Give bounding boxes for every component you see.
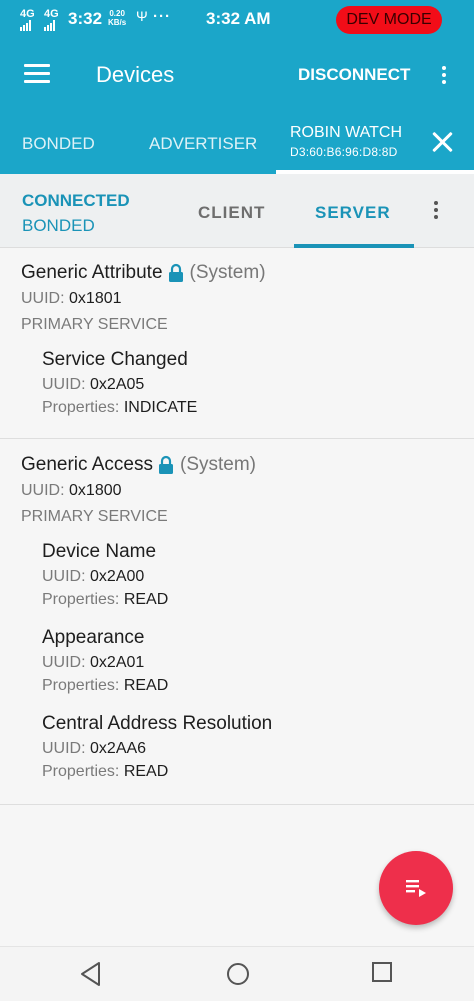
close-icon[interactable] bbox=[431, 130, 455, 154]
page-title: Devices bbox=[96, 62, 175, 87]
service-name-text: Generic Attribute bbox=[21, 262, 163, 283]
characteristic-name: Appearance bbox=[42, 627, 145, 648]
characteristic-properties: Properties: INDICATE bbox=[42, 399, 198, 416]
status-clock: 3:32 AM bbox=[206, 9, 271, 28]
characteristic-uuid: UUID: 0x2AA6 bbox=[42, 740, 147, 757]
menu-icon[interactable] bbox=[24, 64, 50, 84]
services-list: Generic Attribute (System) UUID: 0x1801 … bbox=[0, 248, 474, 805]
characteristic-appearance[interactable]: Appearance UUID: 0x2A01 Properties: READ bbox=[42, 627, 168, 695]
uuid-value: 0x1801 bbox=[69, 290, 122, 307]
service-uuid: UUID: 0x1800 bbox=[21, 482, 122, 500]
more-options-icon[interactable] bbox=[433, 201, 439, 223]
service-type: PRIMARY SERVICE bbox=[21, 508, 168, 525]
characteristic-service-changed[interactable]: Service Changed UUID: 0x2A05 Properties:… bbox=[42, 349, 197, 417]
characteristic-name: Device Name bbox=[42, 541, 157, 562]
tab-client[interactable]: CLIENT bbox=[198, 203, 265, 223]
characteristic-properties: Properties: READ bbox=[42, 591, 169, 608]
service-tag: (System) bbox=[180, 454, 256, 475]
device-address: D3:60:B6:96:D8:8D bbox=[290, 145, 398, 159]
characteristic-device-name[interactable]: Device Name UUID: 0x2A00 Properties: REA… bbox=[42, 541, 168, 609]
device-name: ROBIN WATCH bbox=[290, 124, 402, 141]
log-list-icon bbox=[406, 880, 426, 897]
characteristic-name: Central Address Resolution bbox=[42, 713, 273, 734]
app-bar: Devices DISCONNECT bbox=[0, 38, 474, 112]
characteristic-uuid: UUID: 0x2A05 bbox=[42, 376, 145, 393]
status-time: 3:32 bbox=[68, 9, 103, 28]
service-name: Generic Access (System) bbox=[21, 454, 256, 476]
network-speed-unit: KB/s bbox=[108, 18, 127, 27]
characteristic-uuid: UUID: 0x2A00 bbox=[42, 568, 145, 585]
service-type: PRIMARY SERVICE bbox=[21, 316, 168, 333]
disconnect-button[interactable]: DISCONNECT bbox=[298, 65, 410, 85]
connection-bar: CONNECTED BONDED CLIENT SERVER bbox=[0, 174, 474, 248]
log-fab-button[interactable] bbox=[379, 851, 453, 925]
system-nav-bar bbox=[0, 946, 474, 1001]
connection-state: CONNECTED bbox=[22, 191, 130, 210]
bond-state: BONDED bbox=[22, 216, 95, 235]
service-uuid: UUID: 0x1801 bbox=[21, 290, 122, 308]
characteristic-uuid: UUID: 0x2A01 bbox=[42, 654, 145, 671]
status-bar: 4G 4G 3:32 0.20 KB/s Ψ ··· 3:32 AM DEV M… bbox=[0, 0, 474, 38]
dev-mode-badge: DEV MODE bbox=[336, 6, 442, 34]
lock-icon bbox=[158, 455, 174, 475]
uuid-value: 0x1800 bbox=[69, 482, 122, 499]
home-icon[interactable] bbox=[225, 961, 251, 987]
more-options-icon[interactable] bbox=[441, 66, 447, 88]
device-tabs: BONDED ADVERTISER ROBIN WATCH D3:60:B6:9… bbox=[0, 112, 474, 174]
service-name: Generic Attribute (System) bbox=[21, 262, 266, 284]
back-icon[interactable] bbox=[79, 961, 103, 987]
uuid-label: UUID: bbox=[21, 290, 65, 307]
recents-icon[interactable] bbox=[371, 961, 393, 983]
signal-type-1: 4G bbox=[20, 8, 35, 20]
network-speed: 0.20 KB/s bbox=[108, 9, 126, 27]
signal-type-2: 4G bbox=[44, 8, 59, 20]
signal-strength-icon bbox=[20, 20, 31, 31]
usb-icon: Ψ bbox=[136, 8, 148, 24]
more-notifications: ··· bbox=[153, 8, 171, 25]
characteristic-name: Service Changed bbox=[42, 349, 188, 370]
service-name-text: Generic Access bbox=[21, 454, 153, 475]
tab-server[interactable]: SERVER bbox=[315, 203, 391, 223]
characteristic-properties: Properties: READ bbox=[42, 763, 169, 780]
characteristic-properties: Properties: READ bbox=[42, 677, 169, 694]
service-generic-attribute[interactable]: Generic Attribute (System) UUID: 0x1801 … bbox=[0, 248, 474, 439]
characteristic-central-address-resolution[interactable]: Central Address Resolution UUID: 0x2AA6 … bbox=[42, 713, 272, 781]
service-tag: (System) bbox=[189, 262, 266, 283]
signal-strength-icon bbox=[44, 20, 55, 31]
service-generic-access[interactable]: Generic Access (System) UUID: 0x1800 PRI… bbox=[0, 439, 474, 805]
lock-icon bbox=[168, 263, 184, 283]
network-speed-value: 0.20 bbox=[109, 9, 125, 18]
uuid-label: UUID: bbox=[21, 482, 65, 499]
